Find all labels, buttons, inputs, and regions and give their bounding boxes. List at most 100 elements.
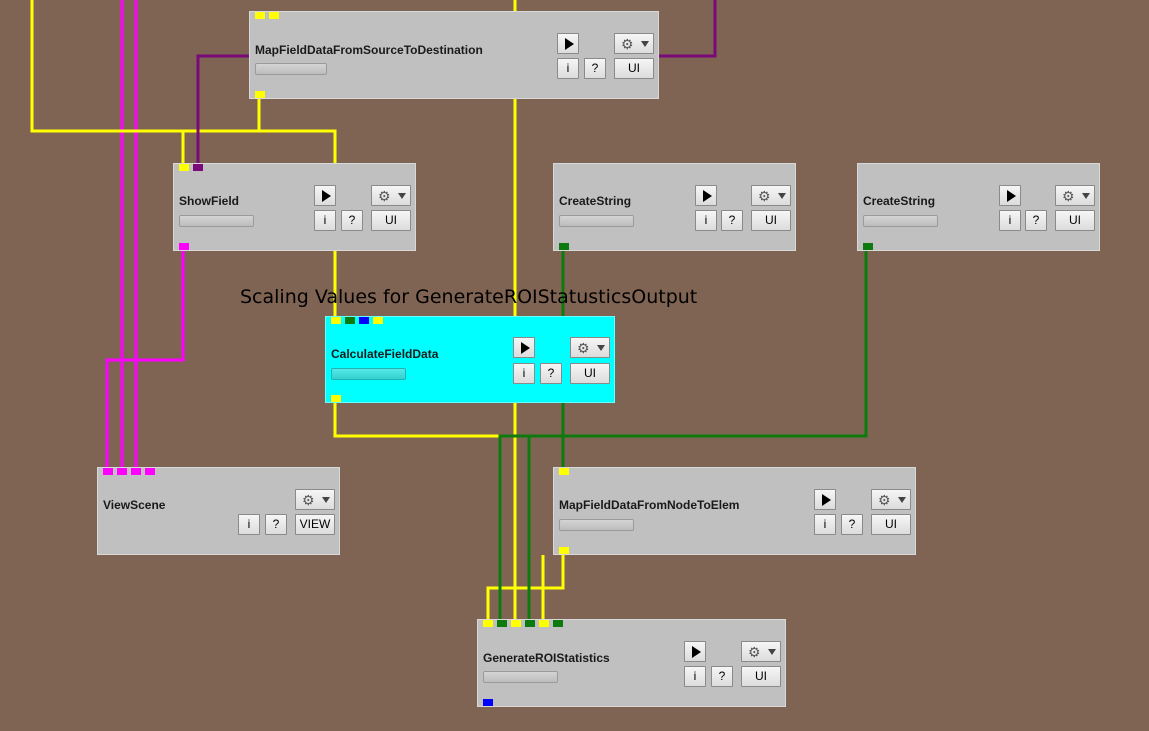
info-button[interactable]: i <box>814 514 836 535</box>
help-button[interactable]: ? <box>1025 210 1047 231</box>
info-button[interactable]: i <box>557 58 579 79</box>
input-port[interactable] <box>131 468 141 475</box>
chevron-down-icon <box>597 345 605 351</box>
output-port[interactable] <box>483 699 493 706</box>
output-port[interactable] <box>863 243 873 250</box>
play-icon <box>692 646 701 658</box>
help-button[interactable]: ? <box>841 514 863 535</box>
settings-button[interactable]: ⚙ <box>751 185 791 206</box>
output-port[interactable] <box>179 243 189 250</box>
play-icon <box>322 190 331 202</box>
input-port[interactable] <box>345 317 355 324</box>
module-create-string-2[interactable]: CreateString ⚙ i ? UI <box>857 163 1100 251</box>
input-port[interactable] <box>179 164 189 171</box>
ui-button[interactable]: UI <box>751 210 791 231</box>
module-title: MapFieldDataFromSourceToDestination <box>255 43 483 57</box>
input-port[interactable] <box>483 620 493 627</box>
output-port[interactable] <box>559 547 569 554</box>
ui-button[interactable]: UI <box>371 210 411 231</box>
module-map-field-data-src-dst[interactable]: MapFieldDataFromSourceToDestination ⚙ i … <box>249 11 659 99</box>
module-calculate-field-data[interactable]: CalculateFieldData ⚙ i ? UI <box>325 316 615 403</box>
progress-bar <box>559 519 634 531</box>
chevron-down-icon <box>898 497 906 503</box>
input-port[interactable] <box>511 620 521 627</box>
progress-bar <box>331 368 406 380</box>
ui-button[interactable]: UI <box>614 58 654 79</box>
gear-icon: ⚙ <box>302 492 315 508</box>
play-icon <box>703 190 712 202</box>
progress-bar <box>179 215 254 227</box>
input-port[interactable] <box>145 468 155 475</box>
info-button[interactable]: i <box>314 210 336 231</box>
info-button[interactable]: i <box>999 210 1021 231</box>
info-button[interactable]: i <box>695 210 717 231</box>
progress-bar <box>559 215 634 227</box>
wire-field-5 <box>333 402 500 438</box>
settings-button[interactable]: ⚙ <box>1055 185 1095 206</box>
settings-button[interactable]: ⚙ <box>741 641 781 662</box>
gear-icon: ⚙ <box>378 188 391 204</box>
chevron-down-icon <box>322 497 330 503</box>
module-create-string-1[interactable]: CreateString ⚙ i ? UI <box>553 163 796 251</box>
ui-button[interactable]: UI <box>871 514 911 535</box>
execute-button[interactable] <box>557 33 579 54</box>
module-title: ShowField <box>179 194 239 208</box>
help-button[interactable]: ? <box>711 666 733 687</box>
gear-icon: ⚙ <box>748 644 761 660</box>
gear-icon: ⚙ <box>758 188 771 204</box>
info-button[interactable]: i <box>513 363 535 384</box>
input-port[interactable] <box>373 317 383 324</box>
output-port[interactable] <box>559 243 569 250</box>
progress-bar <box>483 671 558 683</box>
view-button[interactable]: VIEW <box>295 514 335 535</box>
settings-button[interactable]: ⚙ <box>295 489 335 510</box>
info-button[interactable]: i <box>684 666 706 687</box>
execute-button[interactable] <box>513 337 535 358</box>
play-icon <box>822 494 831 506</box>
execute-button[interactable] <box>695 185 717 206</box>
help-button[interactable]: ? <box>584 58 606 79</box>
chevron-down-icon <box>778 193 786 199</box>
help-button[interactable]: ? <box>721 210 743 231</box>
module-show-field[interactable]: ShowField ⚙ i ? UI <box>173 163 416 251</box>
input-port[interactable] <box>117 468 127 475</box>
module-title: CreateString <box>559 194 632 208</box>
input-port[interactable] <box>497 620 507 627</box>
input-port[interactable] <box>331 317 341 324</box>
module-title: CalculateFieldData <box>331 347 439 361</box>
settings-button[interactable]: ⚙ <box>871 489 911 510</box>
help-button[interactable]: ? <box>540 363 562 384</box>
help-button[interactable]: ? <box>341 210 363 231</box>
settings-button[interactable]: ⚙ <box>614 33 654 54</box>
execute-button[interactable] <box>999 185 1021 206</box>
execute-button[interactable] <box>314 185 336 206</box>
info-button[interactable]: i <box>238 514 260 535</box>
input-port[interactable] <box>359 317 369 324</box>
gear-icon: ⚙ <box>878 492 891 508</box>
help-button[interactable]: ? <box>265 514 287 535</box>
input-port[interactable] <box>103 468 113 475</box>
ui-button[interactable]: UI <box>570 363 610 384</box>
settings-button[interactable]: ⚙ <box>570 337 610 358</box>
output-port[interactable] <box>255 91 265 98</box>
progress-bar <box>255 63 327 75</box>
settings-button[interactable]: ⚙ <box>371 185 411 206</box>
input-port[interactable] <box>559 468 569 475</box>
module-map-field-data-node-elem[interactable]: MapFieldDataFromNodeToElem ⚙ i ? UI <box>553 467 916 555</box>
module-view-scene[interactable]: ViewScene ⚙ i ? VIEW <box>97 467 340 555</box>
input-port[interactable] <box>525 620 535 627</box>
input-port[interactable] <box>539 620 549 627</box>
ui-button[interactable]: UI <box>1055 210 1095 231</box>
module-title: CreateString <box>863 194 936 208</box>
output-port[interactable] <box>331 395 341 402</box>
chevron-down-icon <box>641 41 649 47</box>
input-port[interactable] <box>269 12 279 19</box>
execute-button[interactable] <box>814 489 836 510</box>
input-port[interactable] <box>193 164 203 171</box>
wire-field-2 <box>181 98 261 163</box>
ui-button[interactable]: UI <box>741 666 781 687</box>
input-port[interactable] <box>255 12 265 19</box>
module-generate-roi-statistics[interactable]: GenerateROIStatistics ⚙ i ? UI <box>477 619 786 707</box>
execute-button[interactable] <box>684 641 706 662</box>
input-port[interactable] <box>553 620 563 627</box>
